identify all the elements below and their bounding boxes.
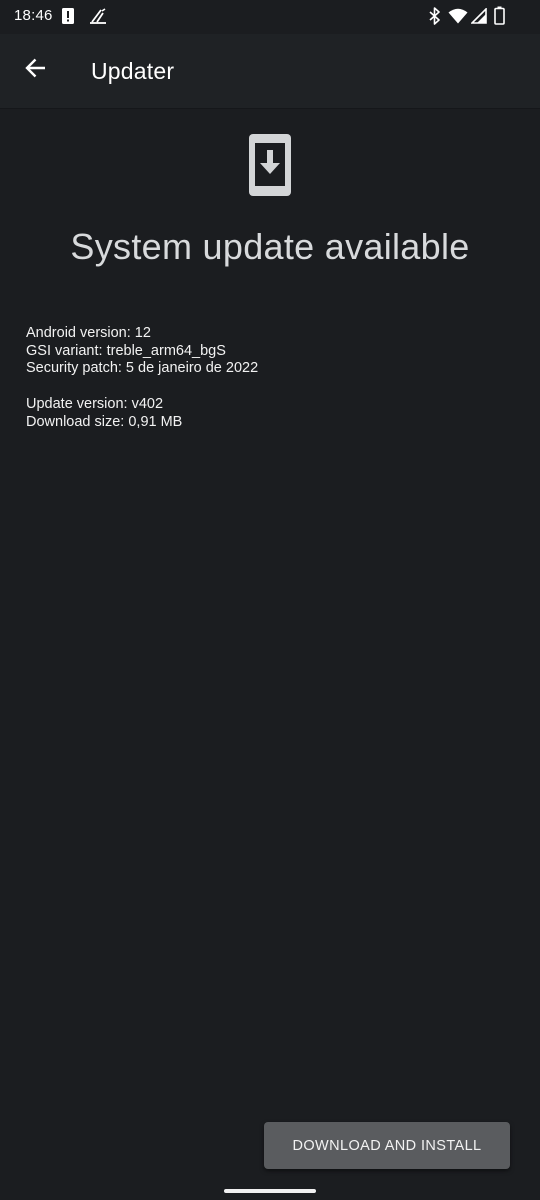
cellular-signal-icon	[470, 7, 487, 29]
alert-icon	[61, 7, 75, 30]
update-version-text: Update version: v402	[26, 396, 164, 412]
build-info: Android version: 12 GSI variant: treble_…	[26, 325, 258, 378]
update-headline: System update available	[70, 226, 470, 267]
android-version-text: Android version: 12	[26, 325, 151, 341]
app-notification-icon	[88, 7, 108, 30]
bluetooth-icon	[428, 7, 441, 30]
status-bar: 18:46	[0, 0, 540, 34]
status-time: 18:46	[14, 7, 53, 24]
phone-download-icon	[249, 134, 291, 196]
gesture-navigation-handle[interactable]	[224, 1189, 316, 1193]
download-and-install-button[interactable]: DOWNLOAD AND INSTALL	[264, 1122, 510, 1169]
wifi-icon	[448, 8, 468, 29]
update-info: Update version: v402 Download size: 0,91…	[26, 396, 182, 431]
battery-icon	[494, 6, 505, 30]
back-button[interactable]	[14, 48, 58, 92]
download-size-text: Download size: 0,91 MB	[26, 413, 183, 430]
page-title: Updater	[91, 58, 175, 84]
app-toolbar: Updater	[0, 34, 540, 109]
gsi-variant-text: GSI variant: treble_arm64_bgS	[26, 342, 226, 359]
arrow-back-icon	[24, 56, 48, 85]
security-patch-text: Security patch: 5 de janeiro de 2022	[26, 360, 259, 376]
